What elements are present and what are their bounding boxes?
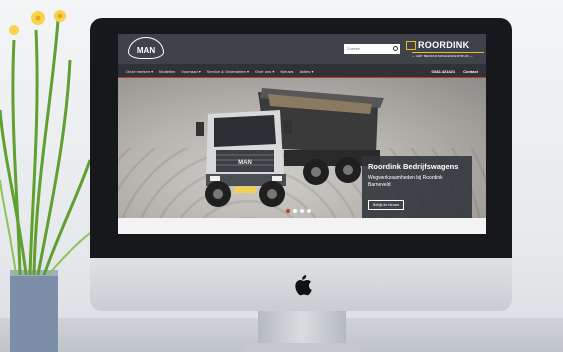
- monitor-stand-foot: [244, 343, 360, 352]
- nav-item-contact[interactable]: Contact: [463, 69, 478, 74]
- brand-name: ROORDINK: [418, 40, 470, 50]
- monitor-screen: MAN Zoeken ROORDINK — HÉT BEDRIJFSWAGENC…: [118, 34, 486, 234]
- hero-subtitle: Wegwerkzaamheden bij Roordink Barneveld: [368, 175, 443, 188]
- carousel-dot-1[interactable]: [286, 209, 290, 213]
- nav-item-modellen[interactable]: Modellen: [159, 69, 175, 74]
- nav-item-acties[interactable]: Acties ▾: [299, 69, 313, 74]
- daffodil-plant: [0, 10, 95, 352]
- site-header: MAN Zoeken ROORDINK — HÉT BEDRIJFSWAGENC…: [118, 34, 486, 64]
- apple-logo-icon: [295, 275, 312, 296]
- roordink-logo-icon: [406, 41, 416, 50]
- carousel-dots: [286, 209, 311, 213]
- nav-item-voorraad[interactable]: Voorraad ▾: [181, 69, 200, 74]
- nav-item-service[interactable]: Service & Onderdelen ▾: [207, 69, 249, 74]
- carousel-dot-2[interactable]: [293, 209, 297, 213]
- phone-number[interactable]: 0342-421421: [432, 69, 456, 74]
- carousel-dot-3[interactable]: [300, 209, 304, 213]
- nav-items: Onze merken ▾ Modellen Voorraad ▾ Servic…: [126, 64, 314, 78]
- hero-overlay: Roordink Bedrijfswagens Wegwerkzaamheden…: [362, 156, 472, 220]
- nav-item-onze-merken[interactable]: Onze merken ▾: [126, 69, 153, 74]
- man-logo-icon[interactable]: MAN: [128, 37, 164, 59]
- truck-image: MAN: [196, 88, 384, 207]
- search-input[interactable]: Zoeken: [344, 44, 400, 54]
- brand-tagline: — HÉT BEDRIJFSWAGENCENTRUM —: [412, 52, 484, 58]
- search-icon[interactable]: [393, 46, 398, 51]
- carousel-dot-4[interactable]: [307, 209, 311, 213]
- nav-item-over-ons[interactable]: Over ons ▾: [255, 69, 274, 74]
- nav-right: 0342-421421 Contact: [432, 64, 478, 78]
- roordink-logo[interactable]: ROORDINK — HÉT BEDRIJFSWAGENCENTRUM —: [406, 40, 484, 58]
- search-placeholder: Zoeken: [347, 46, 361, 51]
- nav-item-nieuws[interactable]: Nieuws: [280, 69, 293, 74]
- hero-banner: MAN Roordink Bedrijfswagens Wegwerkzaamh…: [118, 78, 486, 220]
- content-below-hero: [118, 218, 486, 234]
- hero-title: Roordink Bedrijfswagens: [368, 162, 459, 171]
- main-navigation: Onze merken ▾ Modellen Voorraad ▾ Servic…: [118, 64, 486, 78]
- hero-button[interactable]: Bekijk de nieuws: [368, 200, 405, 210]
- svg-text:MAN: MAN: [238, 160, 252, 166]
